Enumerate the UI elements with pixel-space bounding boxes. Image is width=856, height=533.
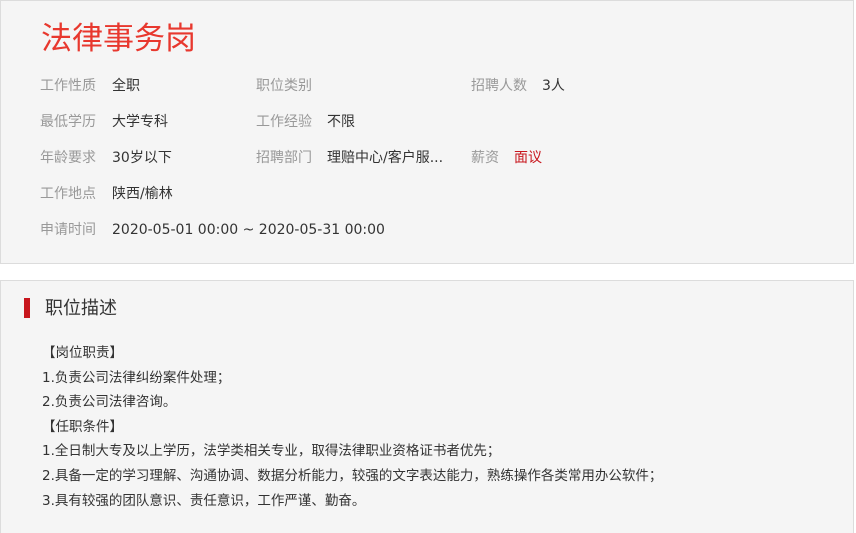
section-marker (24, 298, 30, 318)
description-line: 1.全日制大专及以上学历，法学类相关专业，取得法律职业资格证书者优先； (42, 443, 501, 460)
section-heading: 职位描述 (45, 298, 117, 319)
job-title: 法律事务岗 (41, 21, 196, 57)
experience-value: 不限 (327, 114, 355, 130)
description-line: 【任职条件】 (42, 418, 123, 435)
description-line: 3.具有较强的团队意识、责任意识，工作严谨、勤奋。 (42, 492, 366, 509)
description-line: 2.负责公司法律咨询。 (42, 394, 177, 411)
headcount-value: 3人 (542, 78, 565, 94)
job-nature-value: 全职 (112, 78, 140, 94)
experience-label: 工作经验 (256, 114, 312, 130)
department-label: 招聘部门 (256, 150, 312, 166)
description-line: 【岗位职责】 (42, 345, 123, 361)
apply-time-value: 2020-05-01 00:00 ~ 2020-05-31 00:00 (112, 222, 385, 238)
age-value: 30岁以下 (112, 150, 172, 166)
department-value: 理赔中心/客户服... (327, 150, 444, 166)
location-value: 陕西/榆林 (112, 186, 173, 202)
education-value: 大学专科 (112, 114, 168, 130)
location-label: 工作地点 (40, 186, 96, 202)
description-line: 2.具备一定的学习理解、沟通协调、数据分析能力，较强的文字表达能力，熟练操作各类… (42, 467, 663, 484)
job-description-text: 【岗位职责】 1.负责公司法律纠纷案件处理； 2.负责公司法律咨询。 【任职条件… (42, 341, 842, 513)
salary-label: 薪资 (471, 150, 499, 166)
job-category-label: 职位类别 (256, 78, 312, 94)
age-label: 年龄要求 (40, 150, 96, 166)
apply-time-label: 申请时间 (40, 222, 96, 238)
salary-value: 面议 (514, 150, 542, 166)
education-label: 最低学历 (40, 114, 96, 130)
job-nature-label: 工作性质 (40, 78, 96, 94)
description-line: 1.负责公司法律纠纷案件处理； (42, 369, 231, 386)
headcount-label: 招聘人数 (471, 78, 527, 94)
